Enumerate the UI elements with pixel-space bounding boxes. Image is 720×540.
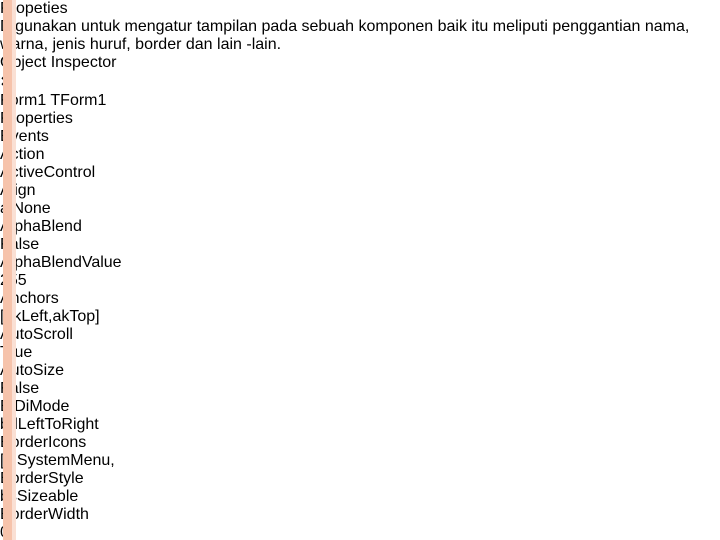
object-inspector-window: Object Inspector ✖ Form1 TForm1 Properti… — [0, 54, 720, 540]
property-name: Align — [0, 182, 720, 200]
property-name: Anchors — [0, 290, 720, 308]
property-value[interactable]: True — [0, 344, 720, 362]
property-name: BorderWidth — [0, 506, 720, 524]
property-row[interactable]: Anchors [akLeft,akTop] — [0, 290, 720, 326]
property-grid-container: Action ActiveControl Align alNone AlphaBlend… — [0, 146, 720, 540]
property-name: BorderIcons — [0, 434, 720, 452]
slide-canvas: Propeties Digunakan untuk mengatur tampi… — [0, 0, 720, 540]
decor-stripe-left-inner — [12, 0, 16, 540]
close-icon[interactable]: ✖ — [0, 72, 720, 92]
property-row[interactable]: BorderIcons [biSystemMenu, — [0, 434, 720, 470]
object-inspector-tabs: Properties Events — [0, 110, 720, 146]
property-row[interactable]: AutoScroll True — [0, 326, 720, 362]
property-row[interactable]: AlphaBlendValue255 — [0, 254, 720, 290]
property-row[interactable]: AlphaBlend False — [0, 218, 720, 254]
property-value[interactable]: alNone — [0, 200, 720, 218]
property-name: ActiveControl — [0, 164, 720, 182]
property-value[interactable]: [biSystemMenu, — [0, 452, 720, 470]
property-row[interactable]: BiDiMode bdLeftToRight — [0, 398, 720, 434]
property-name: AlphaBlendValue — [0, 254, 720, 272]
property-value[interactable]: False — [0, 380, 720, 398]
decor-stripe-left-outer — [3, 0, 12, 540]
bullet-item: Digunakan untuk mengatur tampilan pada s… — [0, 18, 720, 54]
combobox-class-name: TForm1 — [50, 92, 107, 109]
property-name: AlphaBlend — [0, 218, 720, 236]
property-value[interactable]: bdLeftToRight — [0, 416, 720, 434]
property-name: BiDiMode — [0, 398, 720, 416]
property-name: AutoSize — [0, 362, 720, 380]
property-value-label: [biSystemMenu, — [0, 452, 115, 469]
bullet-text: Digunakan untuk mengatur tampilan pada s… — [0, 18, 690, 53]
property-name: AutoScroll — [0, 326, 720, 344]
property-row[interactable]: BorderWidth0 — [0, 506, 720, 540]
property-row[interactable]: ActiveControl — [0, 164, 720, 182]
property-name: Action — [0, 146, 720, 164]
property-name-label: AlphaBlendValue — [0, 254, 122, 271]
property-grid: Action ActiveControl Align alNone AlphaBlend… — [0, 146, 720, 540]
property-row[interactable]: AutoSize False — [0, 362, 720, 398]
property-value[interactable]: 255 — [0, 272, 720, 290]
property-value[interactable]: bsSizeable — [0, 488, 720, 506]
tab-events[interactable]: Events — [0, 128, 720, 146]
property-value[interactable]: [akLeft,akTop] — [0, 308, 720, 326]
tab-properties[interactable]: Properties — [0, 110, 720, 128]
object-selector-combobox[interactable]: Form1 TForm1 — [0, 92, 720, 110]
property-value[interactable]: 0 — [0, 524, 720, 540]
property-row[interactable]: Align alNone — [0, 182, 720, 218]
property-row[interactable]: BorderStyle bsSizeable — [0, 470, 720, 506]
property-row[interactable]: Action — [0, 146, 720, 164]
page-title: Propeties — [0, 0, 68, 17]
window-title: Object Inspector — [0, 54, 117, 71]
property-name: BorderStyle — [0, 470, 720, 488]
property-value[interactable]: False — [0, 236, 720, 254]
object-inspector-titlebar: Object Inspector ✖ — [0, 54, 720, 92]
